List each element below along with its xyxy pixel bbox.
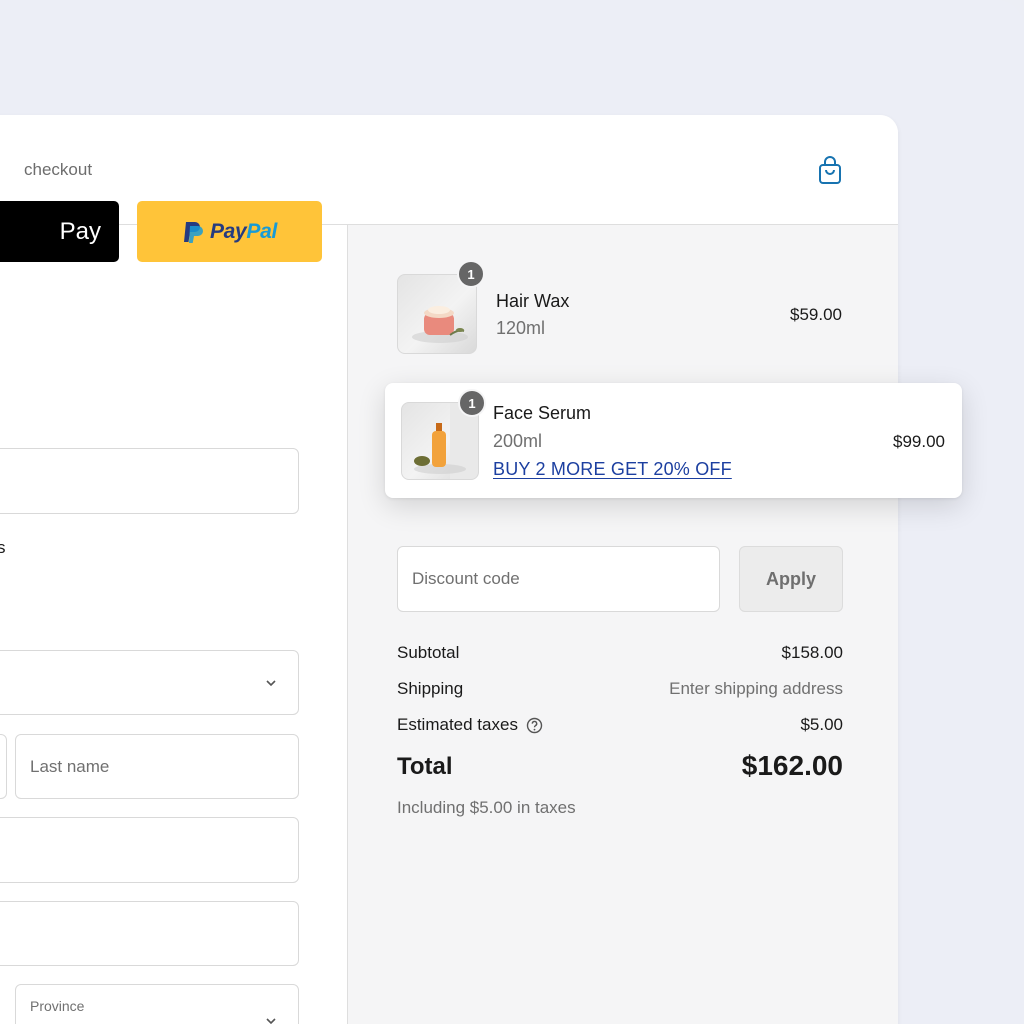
product-name: Face Serum (493, 403, 592, 423)
taxes-label: Estimated taxes (397, 715, 518, 734)
province-select[interactable]: Province (15, 984, 299, 1024)
country-select[interactable] (0, 650, 299, 715)
subtotal-value: $158.00 (781, 643, 843, 662)
upsell-promo-link[interactable]: BUY 2 MORE GET 20% OFF (493, 459, 732, 480)
taxes-value: $5.00 (800, 715, 843, 734)
apple-pay-label: Pay (59, 217, 101, 245)
paypal-wordmark: PayPal (209, 219, 278, 243)
help-circle-icon[interactable] (526, 717, 543, 734)
paypal-button[interactable]: PayPal (137, 201, 322, 262)
express-checkout-label: checkout (24, 160, 93, 179)
discount-code-input[interactable]: Discount code (397, 546, 720, 612)
shipping-label: Shipping (397, 679, 464, 698)
apply-discount-button[interactable]: Apply (739, 546, 843, 612)
paypal-logo-icon (183, 221, 203, 243)
product-name: Hair Wax (496, 291, 570, 311)
chevron-down-icon (266, 679, 276, 686)
product-variant: 200ml (493, 431, 543, 451)
product-variant: 120ml (496, 318, 546, 338)
chevron-down-icon (266, 1018, 276, 1024)
product-price: $59.00 (790, 305, 842, 324)
quantity-badge: 1 (457, 260, 485, 288)
shopping-bag-icon[interactable] (817, 155, 843, 185)
subtotal-label: Subtotal (397, 643, 460, 662)
province-label: Province (30, 998, 85, 1014)
address-field[interactable] (0, 817, 299, 883)
city-field[interactable] (0, 901, 299, 966)
taxes-label-wrap: Estimated taxes (397, 715, 543, 735)
product-price: $99.00 (893, 432, 945, 451)
quantity-badge: 1 (458, 389, 486, 417)
discount-code-placeholder: Discount code (412, 569, 520, 588)
tax-note: Including $5.00 in taxes (397, 798, 576, 817)
header (0, 115, 898, 225)
face-serum-card: 1 Face Serum 200ml BUY 2 MORE GET 20% OF… (385, 383, 962, 498)
apple-pay-button[interactable]: Pay (0, 201, 119, 262)
last-name-placeholder: Last name (30, 756, 110, 776)
total-label: Total (397, 753, 453, 780)
contact-email-field[interactable] (0, 448, 299, 514)
first-name-field[interactable] (0, 734, 7, 799)
shipping-value: Enter shipping address (669, 679, 843, 698)
newsletter-checkbox-label: s (0, 538, 6, 557)
last-name-field[interactable]: Last name (15, 734, 299, 799)
total-value: $162.00 (741, 750, 843, 781)
